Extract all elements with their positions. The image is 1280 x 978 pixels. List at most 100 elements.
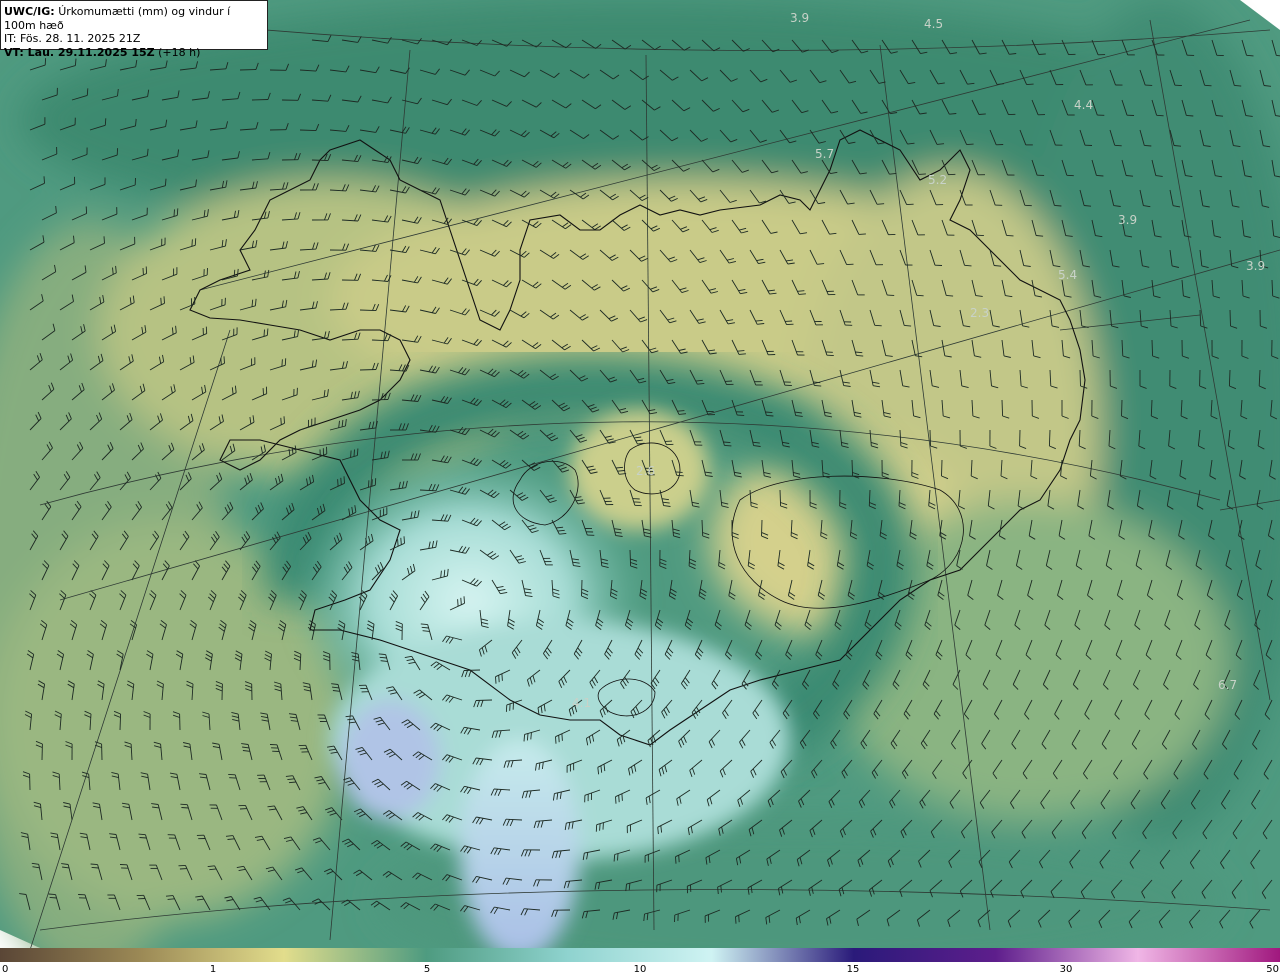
wind-barb-feather xyxy=(798,293,806,295)
colorbar-tick: 0 xyxy=(2,964,9,975)
colorbar-tick: 15 xyxy=(846,964,860,975)
value-label: 5.2 xyxy=(928,173,947,187)
value-label: 5.7 xyxy=(815,147,834,161)
wind-barb-feather xyxy=(675,471,683,473)
value-label: 6.7 xyxy=(1218,678,1237,692)
wind-barb-feather xyxy=(498,675,500,683)
wind-barb-feather xyxy=(457,599,459,607)
valid-time: VT: Lau. 29.11.2025 15Z xyxy=(4,45,155,59)
wind-barb-feather xyxy=(677,410,685,412)
wind-barb-feather xyxy=(738,353,746,355)
wind-barb-feather xyxy=(43,176,45,184)
value-label: 3.9 xyxy=(1246,259,1265,273)
wind-barb-shaft xyxy=(629,549,632,567)
wind-barb-shaft xyxy=(119,713,122,731)
value-label: 4.5 xyxy=(924,17,943,31)
wind-barb-shaft xyxy=(475,699,493,701)
wind-barb-feather xyxy=(138,833,146,836)
wind-barb-feather xyxy=(964,264,972,267)
wind-barb-feather xyxy=(167,898,175,900)
wind-barb-feather xyxy=(463,596,465,604)
wind-barb-feather xyxy=(163,296,165,304)
wind-barb-feather xyxy=(337,479,339,487)
wind-barb-feather xyxy=(797,290,805,292)
wind-barb-feather xyxy=(1144,144,1152,147)
wind-barb-feather xyxy=(1246,54,1254,57)
wind-barb-feather xyxy=(599,823,601,831)
value-label: 2.6 xyxy=(636,464,655,478)
wind-barb-feather xyxy=(678,855,680,863)
wind-barb-feather xyxy=(978,113,986,115)
wind-barb-feather xyxy=(676,474,684,477)
wind-barb-feather xyxy=(173,209,175,217)
wind-barb-feather xyxy=(737,350,745,352)
wind-barb-shaft xyxy=(251,99,269,101)
value-label: 4.1 xyxy=(572,696,591,710)
wind-barb-feather xyxy=(400,537,402,545)
wind-barb-shaft xyxy=(1228,369,1231,387)
map-header: UWC/IG: Úrkomumætti (mm) og vindur í 100… xyxy=(0,0,268,59)
wind-barb-feather xyxy=(1186,114,1194,117)
wind-barb-feather xyxy=(735,916,737,924)
wind-barb-feather xyxy=(1038,53,1046,55)
wind-barb-feather xyxy=(1156,114,1164,117)
wind-barb-feather xyxy=(460,597,462,605)
colorbar-tick: 30 xyxy=(1059,964,1073,975)
wind-barb-shaft xyxy=(463,669,481,671)
value-label: 5.4 xyxy=(1058,268,1077,282)
wind-barb-feather xyxy=(160,297,162,305)
wind-barb-shaft xyxy=(581,579,583,597)
wind-barb-shaft xyxy=(851,459,854,477)
wind-barb-shaft xyxy=(929,429,931,447)
wind-barb-feather xyxy=(526,733,529,741)
wind-barb-feather xyxy=(90,863,98,866)
map-canvas: 3.9 4.5 4.4 5.7 5.2 3.9 3.9 5.4 2.3 2.6 … xyxy=(0,0,1280,948)
wind-barb-feather xyxy=(340,477,342,485)
colorbar-ticks: 0 1 5 10 15 30 50 xyxy=(0,962,1280,978)
wind-barb-feather xyxy=(220,357,222,365)
wind-barb-feather xyxy=(618,795,620,803)
wind-barb-shaft xyxy=(1121,399,1123,417)
colorbar-tick: 1 xyxy=(209,964,217,975)
wind-barb-feather xyxy=(1026,83,1034,86)
wind-barb-feather xyxy=(104,118,107,126)
wind-barb-feather xyxy=(530,732,532,740)
wind-barb-feather xyxy=(49,896,57,899)
wind-barb-shaft xyxy=(779,489,782,507)
colorbar-tick: 5 xyxy=(423,964,431,975)
wind-barb-feather xyxy=(397,539,399,547)
wind-barb-feather xyxy=(918,173,926,175)
model-tag: UWC/IG: xyxy=(4,5,55,18)
wind-barb-feather xyxy=(223,356,225,364)
wind-barb-feather xyxy=(877,203,885,205)
wind-barb-feather xyxy=(1006,234,1014,237)
value-label: 2.3 xyxy=(970,306,989,320)
value-label: 3.9 xyxy=(1118,213,1137,227)
wind-barb-feather xyxy=(558,735,560,743)
forecast-map: 3.9 4.5 4.4 5.7 5.2 3.9 3.9 5.4 2.3 2.6 … xyxy=(0,0,1280,948)
wind-barb-feather xyxy=(191,239,193,247)
wind-barb-feather xyxy=(966,143,974,146)
init-time: IT: Fös. 28. 11. 2025 21Z xyxy=(4,32,141,45)
wind-barb-feather xyxy=(281,359,283,367)
wind-barb-shaft xyxy=(761,519,763,537)
lead-time: (+18 h) xyxy=(158,45,201,59)
value-label: 3.9 xyxy=(790,11,809,25)
wind-barb-shaft xyxy=(311,159,329,162)
wind-barb-feather xyxy=(617,853,619,861)
wind-barb-feather xyxy=(858,233,866,235)
wind-barb-feather xyxy=(1114,144,1122,147)
wind-barb-feather xyxy=(403,536,405,544)
wind-barb-feather xyxy=(181,807,189,809)
wind-barb-feather xyxy=(874,324,882,327)
value-label: 4.4 xyxy=(1074,98,1093,112)
wind-barb-feather xyxy=(180,803,188,806)
wind-barb-feather xyxy=(1054,204,1062,207)
wind-barb-feather xyxy=(1204,84,1212,87)
wind-barb-feather xyxy=(91,866,99,869)
wind-barb-shaft xyxy=(359,369,377,371)
wind-barb-feather xyxy=(176,208,179,216)
wind-barb-feather xyxy=(765,411,773,414)
wind-barb-shaft xyxy=(941,459,943,477)
wind-barb-feather xyxy=(501,673,503,681)
